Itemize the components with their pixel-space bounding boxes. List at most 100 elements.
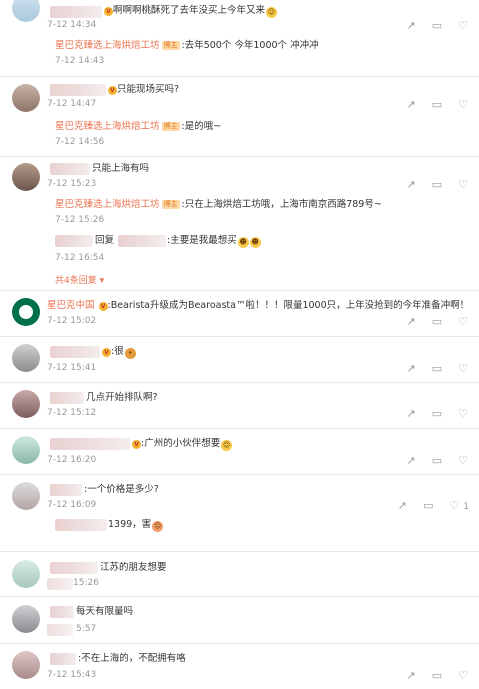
blurred-username xyxy=(50,653,76,665)
comment-time: 7-12 14:34 xyxy=(47,20,97,30)
avatar[interactable] xyxy=(12,390,40,418)
avatar[interactable] xyxy=(12,436,40,464)
comment-time: 5:57 xyxy=(76,624,97,634)
author-badge: 博主 xyxy=(161,122,180,131)
comment-actions: ↗ ▭ ♡ xyxy=(391,455,469,467)
divider xyxy=(0,156,479,157)
avatar[interactable] xyxy=(12,605,40,633)
emoji-icon: • xyxy=(124,348,136,359)
comment-icon[interactable]: ▭ xyxy=(431,20,443,32)
blurred-username xyxy=(50,346,100,358)
emoji-icon: ☺ xyxy=(221,440,233,451)
thumbs-up-icon[interactable]: ♡ xyxy=(457,455,469,467)
comment-icon[interactable]: ▭ xyxy=(422,500,434,512)
share-icon[interactable]: ↗ xyxy=(405,408,417,420)
emoji-icon: ☺ xyxy=(266,7,278,18)
verified-icon: V xyxy=(108,86,117,95)
share-icon[interactable]: ↗ xyxy=(396,500,408,512)
like-count: 1 xyxy=(463,502,469,512)
avatar[interactable] xyxy=(12,560,40,588)
avatar[interactable] xyxy=(12,84,40,112)
blurred-username xyxy=(50,6,102,18)
share-icon[interactable]: ↗ xyxy=(405,670,417,682)
share-icon[interactable]: ↗ xyxy=(405,316,417,328)
blurred-username xyxy=(50,484,82,496)
share-icon[interactable]: ↗ xyxy=(405,99,417,111)
share-icon[interactable]: ↗ xyxy=(405,20,417,32)
thumbs-up-icon[interactable]: ♡ xyxy=(457,99,469,111)
comment-text: 每天有限量吗 xyxy=(76,606,134,617)
blurred-time xyxy=(47,578,73,590)
verified-icon: V xyxy=(132,440,141,449)
comment-text: :一个价格是多少? xyxy=(84,484,159,495)
blurred-username xyxy=(50,562,98,574)
comment-actions: ↗ ▭ ♡ xyxy=(391,363,469,375)
divider xyxy=(0,336,479,337)
comment-text: 只能现场买吗? xyxy=(117,84,180,95)
comment-icon[interactable]: ▭ xyxy=(431,363,443,375)
comment-time: 7-12 14:47 xyxy=(47,99,97,109)
avatar[interactable] xyxy=(12,163,40,191)
blurred-username xyxy=(50,163,90,175)
comment-icon[interactable]: ▭ xyxy=(431,99,443,111)
comment-icon[interactable]: ▭ xyxy=(431,179,443,191)
comment-actions: ↗ ▭ ♡ 1 xyxy=(382,500,469,513)
comment-text: 江苏的朋友想要 xyxy=(100,562,167,573)
comment-time: 7-12 16:09 xyxy=(47,500,97,510)
thumbs-up-icon[interactable]: ♡ xyxy=(457,20,469,32)
starbucks-logo-avatar[interactable] xyxy=(12,298,40,326)
thumbs-up-icon[interactable]: ♡ xyxy=(457,316,469,328)
comment-text: 啊啊啊桃酥死了去年没买上今年又来 xyxy=(113,5,266,16)
comment-text: 几点开始排队啊? xyxy=(86,392,158,403)
share-icon[interactable]: ↗ xyxy=(405,179,417,191)
reply-text: :去年500个 今年1000个 冲冲冲 xyxy=(181,40,319,51)
reply-author[interactable]: 星巴克臻选上海烘焙工坊 xyxy=(55,40,160,51)
reply-author[interactable]: 星巴克臻选上海烘焙工坊 xyxy=(55,199,160,210)
thumbs-up-icon[interactable]: ♡ xyxy=(457,408,469,420)
reply-author[interactable]: 星巴克臻选上海烘焙工坊 xyxy=(55,121,160,132)
reply-text: 1399，害 xyxy=(108,519,152,530)
comment-icon[interactable]: ▭ xyxy=(431,408,443,420)
comment-author[interactable]: 星巴克中国 xyxy=(47,300,95,311)
avatar[interactable] xyxy=(12,0,40,22)
divider xyxy=(0,382,479,383)
reply-text: :主要是我最想买 xyxy=(167,235,237,246)
blurred-username xyxy=(118,235,166,247)
emoji-icon: ☻ xyxy=(249,237,261,248)
divider xyxy=(0,596,479,597)
comment-text: 只能上海有吗 xyxy=(92,163,150,174)
share-icon[interactable]: ↗ xyxy=(405,363,417,375)
divider xyxy=(0,474,479,475)
comment-icon[interactable]: ▭ xyxy=(431,316,443,328)
author-badge: 博主 xyxy=(161,41,180,50)
avatar[interactable] xyxy=(12,344,40,372)
comment-time: 7-12 15:12 xyxy=(47,408,97,418)
blurred-username xyxy=(50,84,106,96)
more-replies-link[interactable]: 共4条回复 ▾ xyxy=(55,273,104,286)
comment-icon[interactable]: ▭ xyxy=(431,670,443,682)
emoji-icon: ☹ xyxy=(152,521,164,532)
comment-icon[interactable]: ▭ xyxy=(431,455,443,467)
reply-text: :只在上海烘焙工坊哦，上海市南京西路789号~ xyxy=(181,199,382,210)
reply-time: 7-12 14:56 xyxy=(55,137,105,147)
comment-time: 15:26 xyxy=(73,578,99,588)
reply-time: 7-12 16:54 xyxy=(55,253,105,263)
thumbs-up-icon[interactable]: ♡ xyxy=(457,670,469,682)
reply-prefix: 回复 xyxy=(95,235,115,246)
comment-actions: ↗ ▭ ♡ xyxy=(391,316,469,328)
comment-actions: ↗ ▭ ♡ xyxy=(391,99,469,111)
comment-text: :Bearista升级成为Bearoasta™啦！！！限量1000只，上年没抢到… xyxy=(107,300,470,311)
blurred-username xyxy=(50,392,84,404)
avatar[interactable] xyxy=(12,651,40,679)
thumbs-up-icon[interactable]: ♡ xyxy=(457,363,469,375)
share-icon[interactable]: ↗ xyxy=(405,455,417,467)
blurred-username xyxy=(50,606,74,618)
reply-time: 7-12 15:26 xyxy=(55,215,105,225)
avatar[interactable] xyxy=(12,482,40,510)
thumbs-up-icon[interactable]: ♡ xyxy=(448,500,460,512)
thumbs-up-icon[interactable]: ♡ xyxy=(457,179,469,191)
comment-time: 7-12 16:20 xyxy=(47,455,97,465)
divider xyxy=(0,76,479,77)
verified-icon: V xyxy=(98,302,108,311)
verified-icon: V xyxy=(104,7,113,16)
